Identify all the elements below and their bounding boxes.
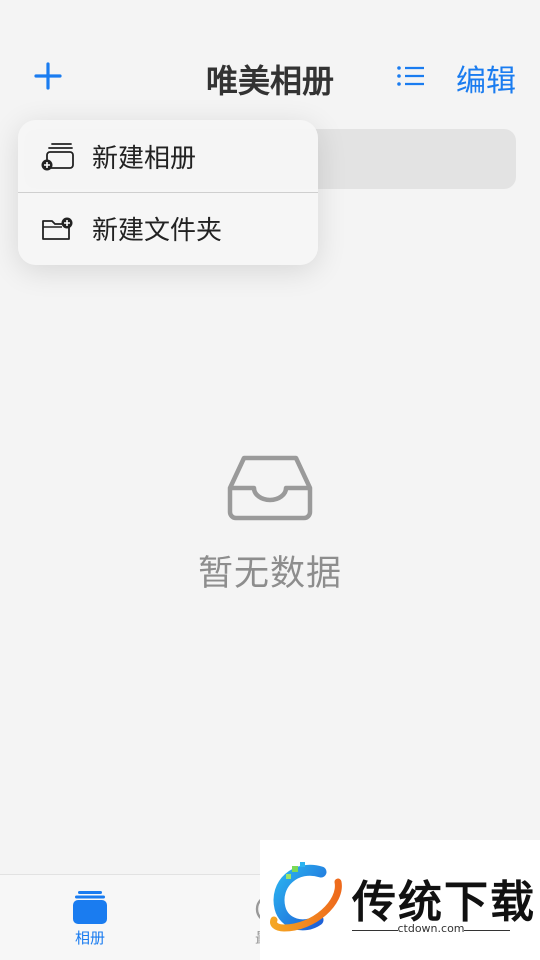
menu-item-label: 新建相册: [92, 143, 197, 174]
edit-button[interactable]: 编辑: [456, 56, 516, 100]
tab-label: 相册: [74, 929, 105, 947]
empty-state-text: 暂无数据: [197, 554, 342, 594]
album-stack-icon: [73, 891, 107, 924]
watermark-site: ctdown.com: [397, 922, 465, 935]
new-folder-icon: [42, 217, 73, 240]
watermark-divider: [464, 930, 510, 931]
nav-header: 唯美相册 编辑: [0, 0, 540, 120]
list-view-icon[interactable]: [396, 62, 426, 90]
new-album-icon: [41, 143, 74, 171]
menu-item-new-album[interactable]: 新建相册: [18, 120, 318, 192]
menu-item-new-folder[interactable]: 新建文件夹: [18, 192, 318, 264]
empty-inbox-icon: [227, 455, 313, 521]
watermark: 传统下载 ctdown.com: [260, 840, 540, 960]
menu-item-label: 新建文件夹: [92, 216, 223, 246]
tab-albums[interactable]: 相册: [0, 875, 180, 960]
add-menu-popup: 新建相册 新建文件夹: [18, 120, 318, 265]
watermark-brand: 传统下载: [352, 877, 536, 928]
brand-logo-icon: [270, 862, 342, 932]
